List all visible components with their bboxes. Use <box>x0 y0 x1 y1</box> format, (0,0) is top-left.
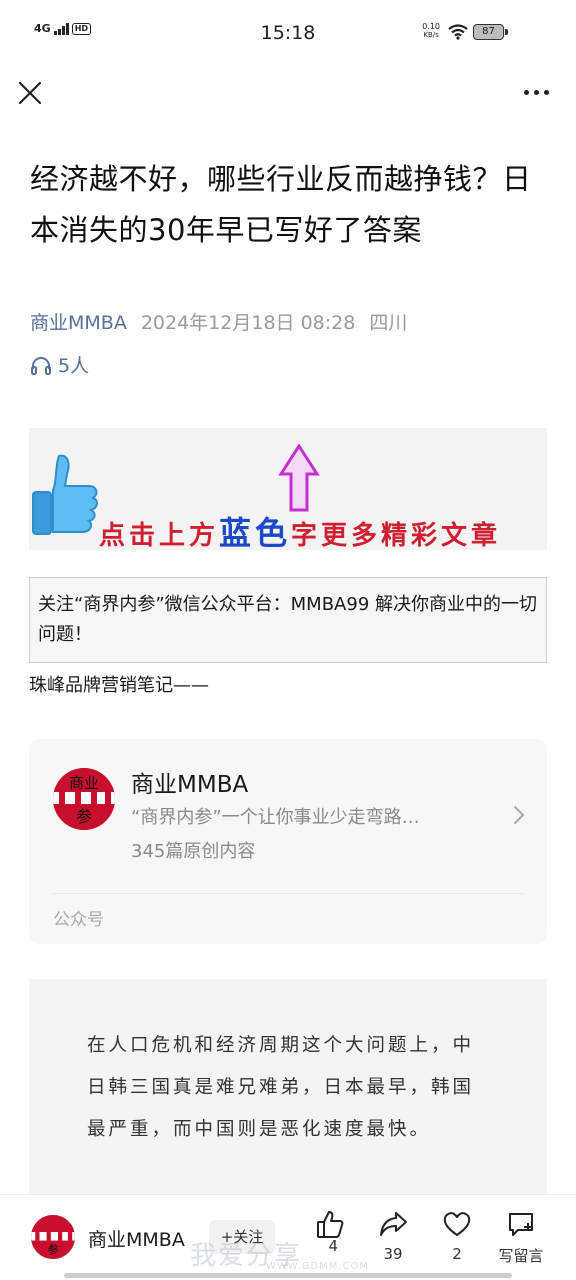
net-speed-unit: KB/s <box>423 31 439 39</box>
banner-text-b: 字更多精彩文章 <box>291 521 502 550</box>
quote-text: 在人口危机和经济周期这个大问题上，中日韩三国真是难兄难弟，日本最早，韩国最严重，… <box>87 1035 475 1140</box>
net-speed: 0.10 KB/s <box>422 22 440 40</box>
chevron-right-icon <box>514 806 525 824</box>
close-icon[interactable] <box>16 78 44 106</box>
account-description: “商界内参”一个让你事业少走弯路… <box>131 807 420 828</box>
banner-text-blue: 蓝色 <box>219 514 292 550</box>
listen-count[interactable]: 5人 <box>30 352 89 380</box>
account-logo-icon: 参 <box>31 1215 75 1259</box>
follow-banner-image: 点击上方蓝色字更多精彩文章 <box>29 428 547 550</box>
comment-button[interactable]: 写留言 <box>489 1209 553 1266</box>
account-article-count: 345篇原创内容 <box>131 841 256 862</box>
watermark-url: WWW.GDMM.COM <box>266 1261 370 1272</box>
more-icon[interactable] <box>520 82 552 102</box>
quote-block: 在人口危机和经济周期这个大问题上，中日韩三国真是难兄难弟，日本最早，韩国最严重，… <box>29 979 547 1209</box>
article-title: 经济越不好，哪些行业反而越挣钱？日本消失的30年早已写好了答案 <box>30 162 532 247</box>
status-bar: 4G HD 15:18 0.10 KB/s 87 <box>0 0 576 66</box>
heart-count: 2 <box>452 1245 462 1263</box>
listen-count-label: 5人 <box>58 355 90 377</box>
bottom-bar: 参 商业MMBA +关注 我爱分享 WWW.GDMM.COM 4 39 2 写留言 <box>0 1194 576 1280</box>
publish-location: 四川 <box>369 312 408 334</box>
account-type: 公众号 <box>53 910 104 930</box>
banner-text-a: 点击上方 <box>99 521 220 550</box>
watermark: 我爱分享 WWW.GDMM.COM <box>190 1235 368 1272</box>
headphones-icon <box>31 357 51 375</box>
like-button[interactable]: 4 <box>300 1209 360 1255</box>
publish-datetime: 2024年12月18日 08:28 <box>140 312 356 334</box>
account-logo-icon: 商业 参 <box>53 768 115 830</box>
share-icon <box>380 1212 407 1236</box>
heart-button[interactable]: 2 <box>427 1209 487 1263</box>
article-subtitle: 珠峰品牌营销笔记—— <box>29 675 209 696</box>
svg-text:参: 参 <box>47 1242 58 1256</box>
share-count: 39 <box>383 1245 403 1263</box>
svg-text:参: 参 <box>76 807 92 826</box>
banner-text: 点击上方蓝色字更多精彩文章 <box>99 508 501 550</box>
wifi-icon <box>448 24 468 40</box>
thumbs-up-icon <box>32 454 98 535</box>
account-name: 商业MMBA <box>131 772 249 798</box>
thumbs-up-icon <box>317 1211 344 1238</box>
account-card[interactable]: 商业 参 商业MMBA “商界内参”一个让你事业少走弯路… 345篇原创内容 公… <box>29 739 547 944</box>
follow-notice: 关注“商界内参”微信公众平台：MMBA99 解决你商业中的一切问题！ <box>29 577 547 663</box>
share-button[interactable]: 39 <box>363 1209 423 1263</box>
author-name[interactable]: 商业MMBA <box>88 1225 185 1252</box>
arrow-up-icon <box>278 444 320 512</box>
svg-text:商业: 商业 <box>69 774 99 792</box>
battery-icon: 87 <box>473 24 504 40</box>
article-meta: 商业MMBA 2024年12月18日 08:28 四川 <box>30 309 407 337</box>
net-speed-value: 0.10 <box>422 22 440 31</box>
author-avatar[interactable]: 参 <box>31 1215 75 1259</box>
battery-tip <box>505 29 508 35</box>
comment-icon <box>509 1213 533 1236</box>
heart-icon <box>443 1212 471 1236</box>
home-indicator[interactable] <box>64 1273 512 1278</box>
like-count: 4 <box>328 1237 338 1255</box>
comment-label: 写留言 <box>498 1247 544 1265</box>
divider <box>53 893 523 894</box>
author-link[interactable]: 商业MMBA <box>30 312 127 334</box>
top-bar <box>0 70 576 114</box>
account-avatar: 商业 参 <box>53 768 115 830</box>
